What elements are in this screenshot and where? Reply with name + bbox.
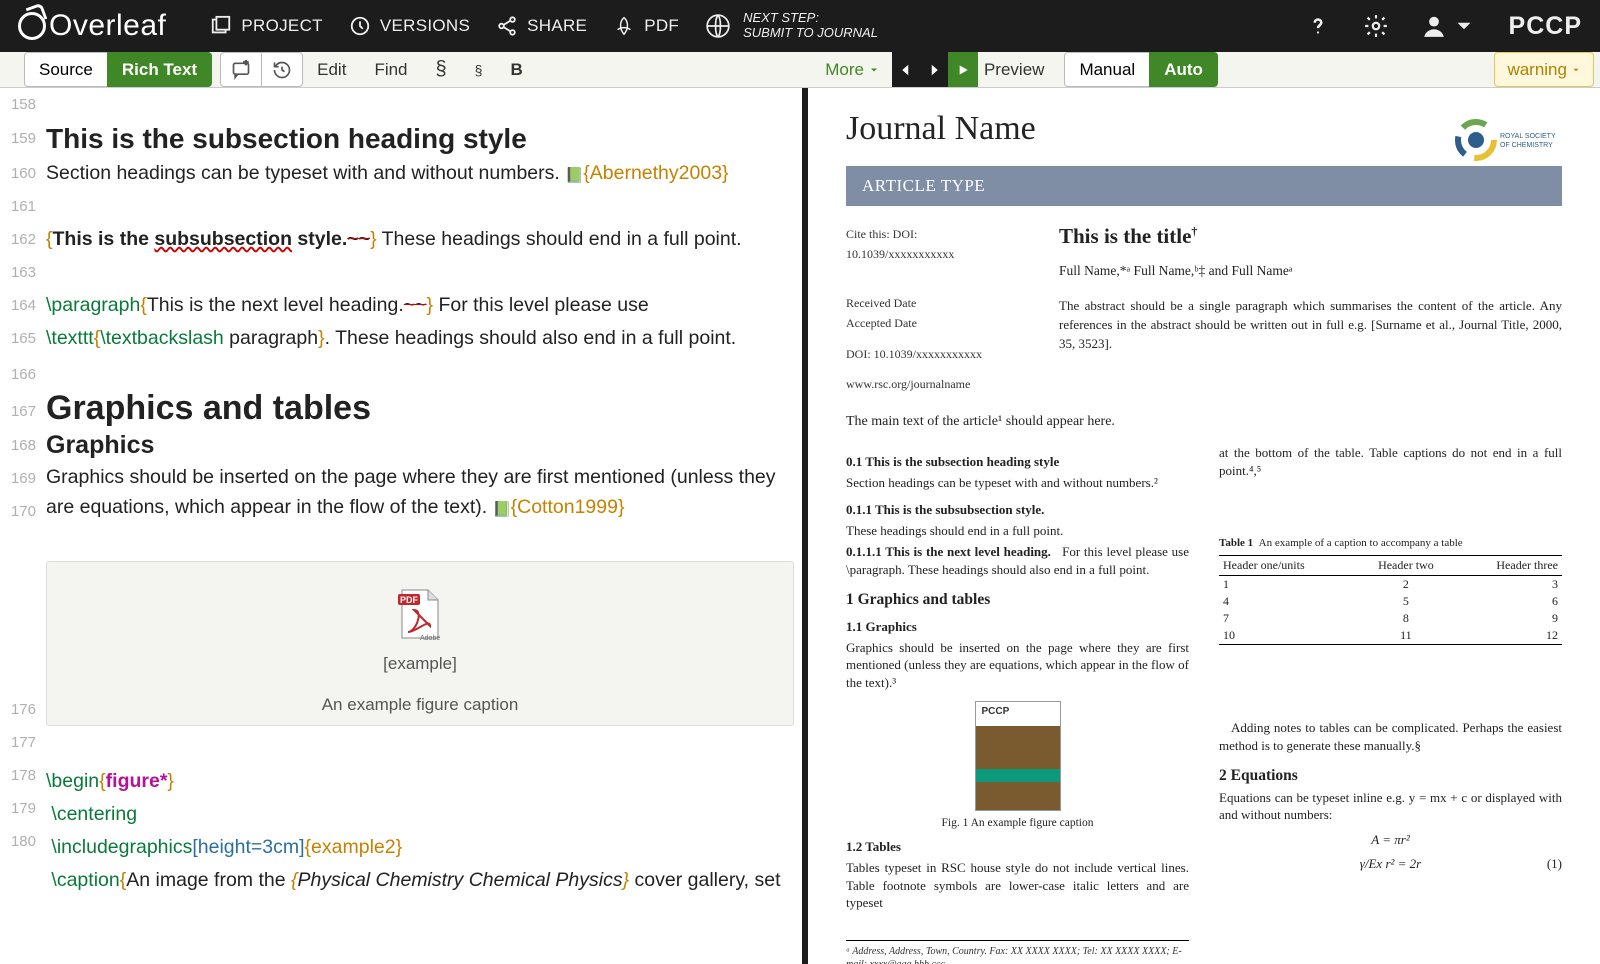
project-icon bbox=[210, 15, 232, 37]
chevron-down-icon bbox=[1451, 13, 1477, 39]
section-heading: Graphics and tables bbox=[46, 388, 802, 428]
figure-caption: An example figure caption bbox=[47, 691, 793, 720]
gear-icon[interactable] bbox=[1363, 13, 1389, 39]
editor-line: Section headings can be typeset with and… bbox=[46, 157, 802, 190]
manual-compile-tab[interactable]: Manual bbox=[1064, 52, 1150, 87]
figure-name: [example] bbox=[47, 650, 793, 679]
table-caption: Table 1 An example of a caption to accom… bbox=[1219, 537, 1562, 549]
panes: 158 159 160 161 162 163 164 165 166 167 … bbox=[0, 88, 1600, 964]
next-step-button[interactable]: NEXT STEP: SUBMIT TO JOURNAL bbox=[705, 11, 878, 41]
svg-text:+: + bbox=[244, 60, 249, 67]
cite-icon[interactable] bbox=[493, 493, 511, 507]
project-button[interactable]: PROJECT bbox=[210, 15, 322, 37]
svg-text:ROYAL SOCIETY: ROYAL SOCIETY bbox=[1500, 133, 1556, 140]
pdf-button[interactable]: PDF bbox=[613, 15, 679, 37]
top-nav-group: PROJECT VERSIONS SHARE PDF bbox=[210, 15, 679, 37]
pdf-icon bbox=[613, 15, 635, 37]
article-title: This is the title† bbox=[1059, 224, 1562, 249]
preview-figure: Fig. 1 An example figure caption bbox=[846, 701, 1189, 829]
leaf-o-icon bbox=[18, 12, 46, 40]
article-type-band: ARTICLE TYPE bbox=[846, 166, 1562, 206]
preview-col-left: 0.1 This is the subsection heading style… bbox=[846, 444, 1189, 964]
richtext-tab[interactable]: Rich Text bbox=[107, 52, 212, 87]
editor-line: \caption{An image from the {Physical Che… bbox=[46, 864, 802, 897]
svg-text:PDF: PDF bbox=[400, 595, 419, 605]
chevron-down-icon bbox=[868, 64, 880, 76]
globe-icon bbox=[705, 13, 731, 39]
equation: γ/Ex r² = 2r(1) bbox=[1219, 856, 1562, 872]
top-bar: Overleaf PROJECT VERSIONS SHARE PDF bbox=[0, 0, 1600, 52]
subsection-heading: Graphics bbox=[46, 428, 802, 462]
preview-label: Preview bbox=[978, 52, 1058, 87]
history-button[interactable] bbox=[261, 52, 303, 87]
more-menu[interactable]: More bbox=[813, 52, 892, 87]
edit-menu[interactable]: Edit bbox=[303, 52, 360, 87]
bold-button[interactable]: B bbox=[496, 52, 536, 87]
collapse-left-button[interactable] bbox=[892, 52, 920, 87]
subsection-heading: This is the subsection heading style bbox=[46, 121, 802, 157]
editor-line: \paragraph{This is the next level headin… bbox=[46, 289, 802, 322]
article-meta: Cite this: DOI: 10.1039/xxxxxxxxxxx Rece… bbox=[846, 224, 1011, 394]
auto-compile-tab[interactable]: Auto bbox=[1149, 52, 1218, 87]
versions-button[interactable]: VERSIONS bbox=[349, 15, 470, 37]
history-icon bbox=[272, 60, 292, 80]
overleaf-logo[interactable]: Overleaf bbox=[18, 9, 166, 43]
chevron-right-icon bbox=[925, 61, 943, 79]
editor-pane: 158 159 160 161 162 163 164 165 166 167 … bbox=[0, 88, 808, 964]
section-button[interactable]: § bbox=[422, 52, 461, 87]
next-step-label: NEXT STEP: bbox=[743, 11, 878, 26]
avatar-icon bbox=[1421, 13, 1447, 39]
next-step-action: SUBMIT TO JOURNAL bbox=[743, 26, 878, 41]
editor-line: \includegraphics[height=3cm]{example2} bbox=[46, 831, 802, 864]
equation: A = πr² bbox=[1219, 832, 1562, 848]
preview-table: Header one/unitsHeader twoHeader three 1… bbox=[1219, 555, 1562, 645]
brand-text: Overleaf bbox=[49, 9, 166, 43]
line-gutter: 158 159 160 161 162 163 164 165 166 167 … bbox=[0, 88, 42, 964]
share-button[interactable]: SHARE bbox=[496, 15, 587, 37]
editor-line: \begin{figure*} bbox=[46, 765, 802, 798]
editor-line: Graphics should be inserted on the page … bbox=[46, 462, 802, 522]
article-abstract: The abstract should be a single paragrap… bbox=[1059, 297, 1562, 354]
preview-col-right: at the bottom of the table. Table captio… bbox=[1219, 444, 1562, 964]
editor-line: {This is the subsubsection style.~~} The… bbox=[46, 223, 802, 256]
preview-figure-image bbox=[975, 701, 1061, 811]
account-menu[interactable] bbox=[1421, 13, 1477, 39]
share-icon bbox=[496, 15, 518, 37]
play-icon bbox=[955, 62, 971, 78]
journal-brand: PCCP bbox=[1509, 12, 1582, 41]
editor-content[interactable]: This is the subsection heading style Sec… bbox=[42, 88, 802, 964]
pdf-file-icon: PDF Adobe bbox=[392, 586, 448, 642]
recompile-button[interactable] bbox=[948, 52, 978, 87]
preview-columns: 0.1 This is the subsection heading style… bbox=[846, 444, 1562, 964]
main-text: The main text of the article¹ should app… bbox=[846, 414, 1562, 430]
subsection-button[interactable]: § bbox=[461, 52, 497, 87]
figure-preview-box[interactable]: PDF Adobe [example] An example figure cap… bbox=[46, 561, 794, 726]
svg-text:OF CHEMISTRY: OF CHEMISTRY bbox=[1500, 142, 1553, 149]
comment-plus-icon: + bbox=[231, 60, 251, 80]
editor-toolbar: Source Rich Text + Edit Find § § B More bbox=[0, 52, 1600, 88]
editor-line: \centering bbox=[46, 798, 802, 831]
cite-icon[interactable] bbox=[565, 158, 583, 172]
pdf-preview-pane[interactable]: ROYAL SOCIETYOF CHEMISTRY Journal Name A… bbox=[808, 88, 1600, 964]
svg-text:Adobe: Adobe bbox=[420, 635, 440, 642]
pdf-page: ROYAL SOCIETYOF CHEMISTRY Journal Name A… bbox=[846, 110, 1562, 964]
topbar-right: PCCP bbox=[1305, 12, 1582, 41]
chevron-left-icon bbox=[897, 61, 915, 79]
chevron-down-icon bbox=[1571, 65, 1581, 75]
article-authors: Full Name,*ᵃ Full Name,ᵇ‡ and Full Nameᵃ bbox=[1059, 263, 1562, 279]
collapse-right-button[interactable] bbox=[920, 52, 948, 87]
rsc-logo: ROYAL SOCIETY OF CHEMISTRY bbox=[1452, 110, 1562, 170]
find-menu[interactable]: Find bbox=[360, 52, 421, 87]
versions-icon bbox=[349, 15, 371, 37]
source-tab[interactable]: Source bbox=[24, 52, 108, 87]
preview-footer: ᵃ Address, Address, Town, Country. Fax: … bbox=[846, 940, 1189, 964]
help-icon[interactable] bbox=[1305, 13, 1331, 39]
warning-button[interactable]: warning bbox=[1494, 52, 1594, 87]
editor-line: \texttt{\textbackslash paragraph}. These… bbox=[46, 322, 802, 355]
add-comment-button[interactable]: + bbox=[220, 52, 262, 87]
